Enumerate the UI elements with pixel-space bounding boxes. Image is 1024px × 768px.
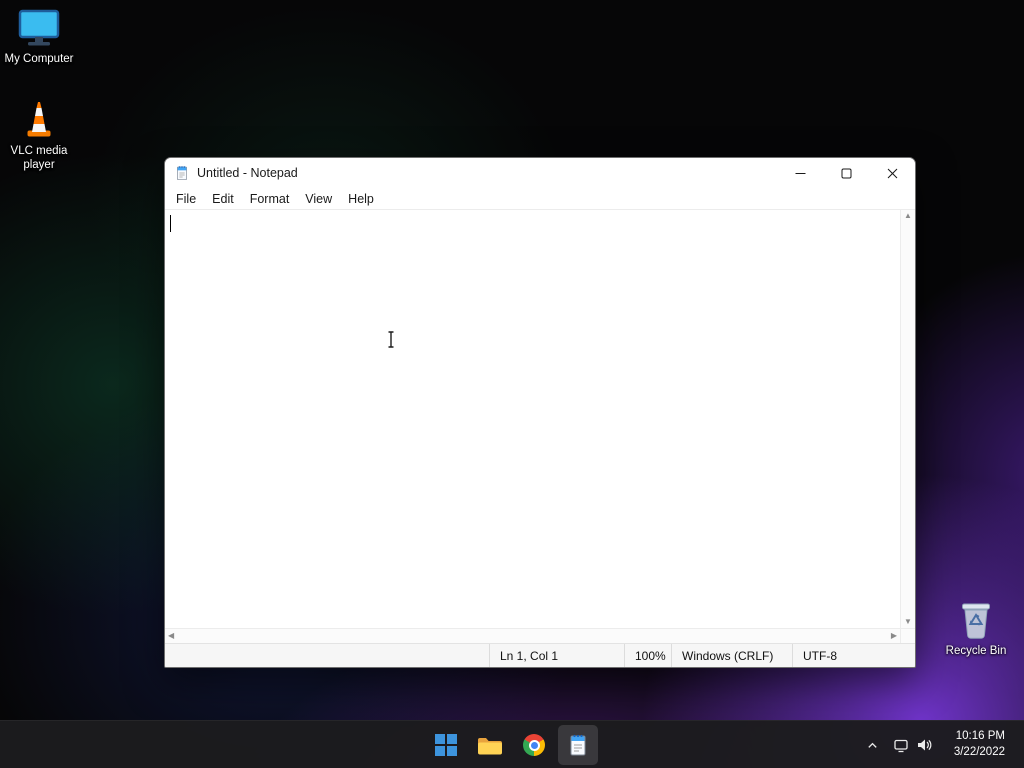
titlebar[interactable]: Untitled - Notepad (165, 158, 915, 188)
scroll-left-icon[interactable]: ◀ (168, 632, 174, 640)
chevron-up-icon (868, 742, 877, 748)
text-caret (170, 215, 172, 232)
scroll-up-icon[interactable]: ▲ (904, 212, 912, 220)
maximize-button[interactable] (823, 158, 869, 188)
taskbar-center (426, 721, 598, 768)
tray-network-volume-button[interactable] (886, 725, 939, 765)
tray-overflow-button[interactable] (859, 725, 886, 765)
desktop-icon-vlc[interactable]: VLC media player (1, 98, 77, 173)
maximize-icon (841, 168, 851, 178)
close-icon (887, 168, 897, 178)
chrome-button[interactable] (514, 725, 554, 765)
close-button[interactable] (869, 158, 915, 188)
window-title: Untitled - Notepad (197, 166, 298, 180)
notepad-icon (570, 734, 586, 756)
status-cursor-position: Ln 1, Col 1 (489, 644, 624, 667)
tray-date: 3/22/2022 (953, 746, 1005, 758)
text-editor[interactable] (165, 210, 900, 628)
desktop-icon-label: VLC media player (10, 145, 68, 171)
status-bar: Ln 1, Col 1 100% Windows (CRLF) UTF-8 (165, 643, 915, 667)
scroll-right-icon[interactable]: ▶ (891, 632, 897, 640)
menu-bar: File Edit Format View Help (165, 188, 915, 210)
desktop[interactable]: My Computer VLC media player Recycle Bin (0, 0, 1024, 768)
minimize-icon (795, 172, 805, 174)
vlc-icon (27, 102, 51, 137)
menu-view[interactable]: View (297, 190, 340, 208)
status-encoding: UTF-8 (792, 644, 915, 667)
menu-help[interactable]: Help (340, 190, 382, 208)
scroll-down-icon[interactable]: ▼ (904, 618, 912, 626)
recycle-bin-icon (962, 603, 990, 639)
notepad-window: Untitled - Notepad File Edit Format View… (164, 157, 916, 668)
scrollbar-corner (900, 628, 915, 643)
notepad-taskbar-button[interactable] (558, 725, 598, 765)
windows-start-icon (435, 734, 457, 756)
volume-icon (917, 739, 932, 751)
clock-button[interactable]: 10:16 PM 3/22/2022 (939, 725, 1022, 765)
folder-icon (478, 737, 502, 754)
horizontal-scrollbar[interactable]: ◀ ▶ (165, 628, 900, 643)
desktop-icon-label: Recycle Bin (945, 645, 1007, 657)
menu-format[interactable]: Format (242, 190, 298, 208)
window-controls (777, 158, 915, 188)
desktop-icon-recycle-bin[interactable]: Recycle Bin (938, 596, 1014, 659)
minimize-button[interactable] (777, 158, 823, 188)
start-button[interactable] (426, 725, 466, 765)
status-spacer (165, 644, 489, 667)
desktop-icon-my-computer[interactable]: My Computer (1, 8, 77, 67)
vertical-scrollbar[interactable]: ▲ ▼ (900, 210, 915, 628)
clock: 10:16 PM 3/22/2022 (946, 729, 1015, 760)
network-icon (894, 739, 908, 752)
file-explorer-button[interactable] (470, 725, 510, 765)
menu-file[interactable]: File (168, 190, 204, 208)
computer-icon (18, 9, 60, 46)
tray-time: 10:16 PM (955, 730, 1005, 743)
chrome-icon (523, 734, 545, 756)
menu-edit[interactable]: Edit (204, 190, 242, 208)
notepad-icon (174, 165, 190, 181)
status-line-ending: Windows (CRLF) (671, 644, 792, 667)
system-tray: 10:16 PM 3/22/2022 (859, 721, 1022, 768)
taskbar: 10:16 PM 3/22/2022 (0, 720, 1024, 768)
status-zoom-level: 100% (624, 644, 671, 667)
desktop-icon-label: My Computer (4, 53, 74, 65)
ibeam-cursor (388, 331, 394, 348)
